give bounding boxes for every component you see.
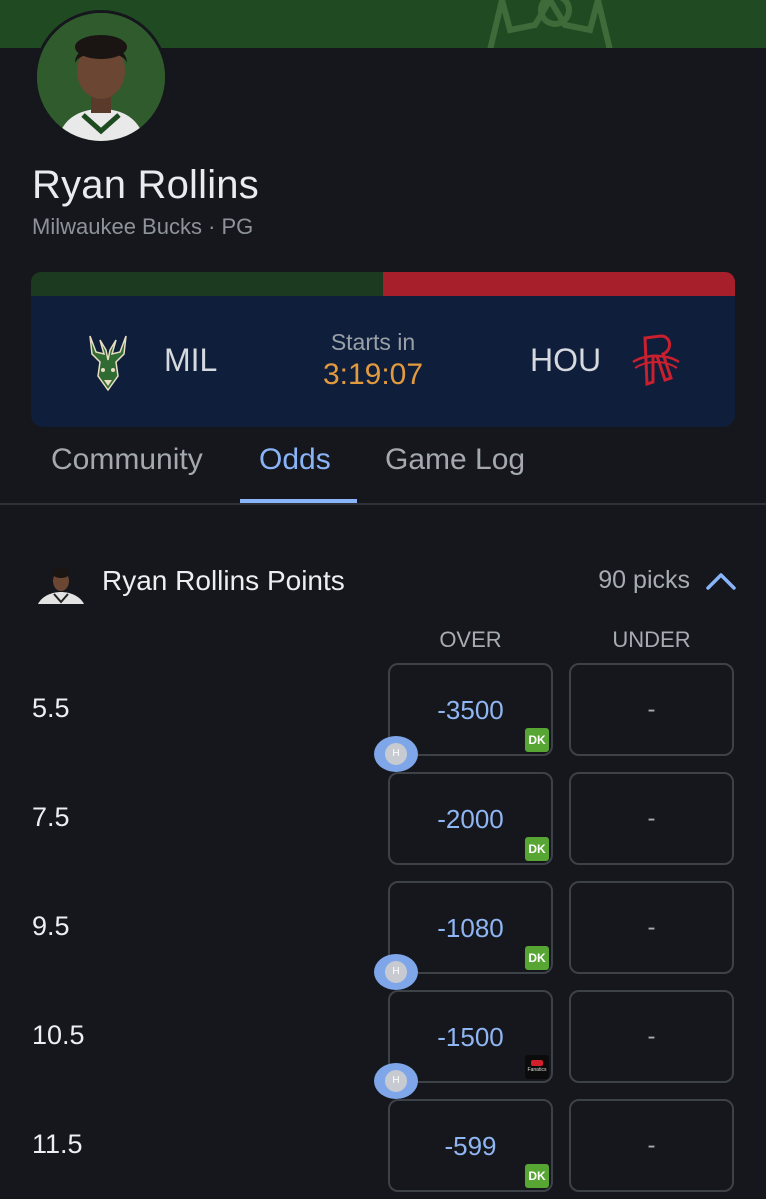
home-team-color: [31, 272, 383, 296]
picks-count: 90 picks: [598, 566, 690, 594]
odds-row: 10.5 -1500 Fanatics H -: [0, 990, 766, 1099]
h-badge-icon: H: [374, 736, 418, 772]
over-odds-button[interactable]: -1080 DK H: [374, 881, 553, 990]
fanatics-icon: Fanatics: [525, 1055, 549, 1079]
line-value: 11.5: [32, 1129, 83, 1159]
over-price: -3500: [437, 695, 504, 725]
player-name: Ryan Rollins: [32, 163, 259, 207]
under-price: -: [647, 696, 656, 723]
over-price: -599: [444, 1131, 497, 1161]
matchup-card[interactable]: MIL Starts in 3:19:07 HOU: [31, 296, 735, 427]
h-badge-icon: H: [374, 1063, 418, 1099]
tab-bar: Community Odds Game Log: [0, 430, 766, 505]
bucks-watermark-icon: [487, 0, 613, 48]
draftkings-icon: DK: [525, 837, 549, 861]
over-price: -1500: [437, 1022, 504, 1052]
market-player-avatar: [36, 564, 86, 604]
team-color-bar: [31, 272, 735, 296]
fanatics-label: Fanatics: [527, 1067, 547, 1073]
tabs-divider: [0, 503, 766, 505]
odds-row: 9.5 -1080 DK H -: [0, 881, 766, 990]
player-headshot-icon: [37, 13, 165, 141]
away-team-abbr: HOU: [530, 342, 602, 378]
tab-community[interactable]: Community: [51, 443, 203, 477]
game-countdown: 3:19:07: [322, 358, 424, 391]
line-value: 5.5: [32, 693, 70, 723]
market-header[interactable]: Ryan Rollins Points 90 picks: [0, 560, 766, 604]
under-odds-button[interactable]: -: [569, 772, 734, 865]
odds-row: 5.5 -3500 DK H -: [0, 663, 766, 772]
under-price: -: [647, 1023, 656, 1050]
chevron-up-icon[interactable]: [705, 570, 737, 592]
home-team-abbr: MIL: [164, 342, 218, 378]
under-odds-button[interactable]: -: [569, 1099, 734, 1192]
h-badge-label: H: [385, 743, 407, 765]
draftkings-icon: DK: [525, 946, 549, 970]
under-price: -: [647, 805, 656, 832]
away-team-color: [383, 272, 735, 296]
player-team-position: Milwaukee Bucks · PG: [32, 214, 254, 239]
line-value: 9.5: [32, 911, 70, 941]
line-value: 10.5: [32, 1020, 85, 1050]
under-column-header: UNDER: [612, 627, 691, 652]
under-price: -: [647, 1132, 656, 1159]
under-odds-button[interactable]: -: [569, 881, 734, 974]
h-badge-icon: H: [374, 954, 418, 990]
bucks-logo-icon: [89, 335, 127, 392]
line-value: 7.5: [32, 802, 70, 832]
over-price: -1080: [437, 913, 504, 943]
player-avatar: [34, 10, 168, 144]
h-badge-label: H: [385, 1070, 407, 1092]
over-odds-button[interactable]: -1500 Fanatics H: [374, 990, 553, 1099]
tab-odds[interactable]: Odds: [259, 443, 331, 477]
player-thumbnail-icon: [38, 568, 84, 604]
h-badge-label: H: [385, 961, 407, 983]
starts-in-label: Starts in: [330, 329, 416, 355]
over-odds-button[interactable]: -3500 DK H: [374, 663, 553, 772]
over-odds-button[interactable]: -2000 DK: [388, 772, 553, 865]
over-odds-button[interactable]: -599 DK: [388, 1099, 553, 1192]
under-odds-button[interactable]: -: [569, 663, 734, 756]
market-title: Ryan Rollins Points: [102, 565, 345, 596]
draftkings-icon: DK: [525, 728, 549, 752]
fanatics-mark: [531, 1060, 543, 1066]
rockets-logo-icon: [632, 334, 680, 387]
under-odds-button[interactable]: -: [569, 990, 734, 1083]
under-price: -: [647, 914, 656, 941]
odds-row: 11.5 -599 DK -: [0, 1099, 766, 1192]
tab-game-log[interactable]: Game Log: [385, 443, 525, 477]
over-column-header: OVER: [439, 627, 502, 652]
odds-row: 7.5 -2000 DK -: [0, 772, 766, 865]
draftkings-icon: DK: [525, 1164, 549, 1188]
over-price: -2000: [437, 804, 504, 834]
